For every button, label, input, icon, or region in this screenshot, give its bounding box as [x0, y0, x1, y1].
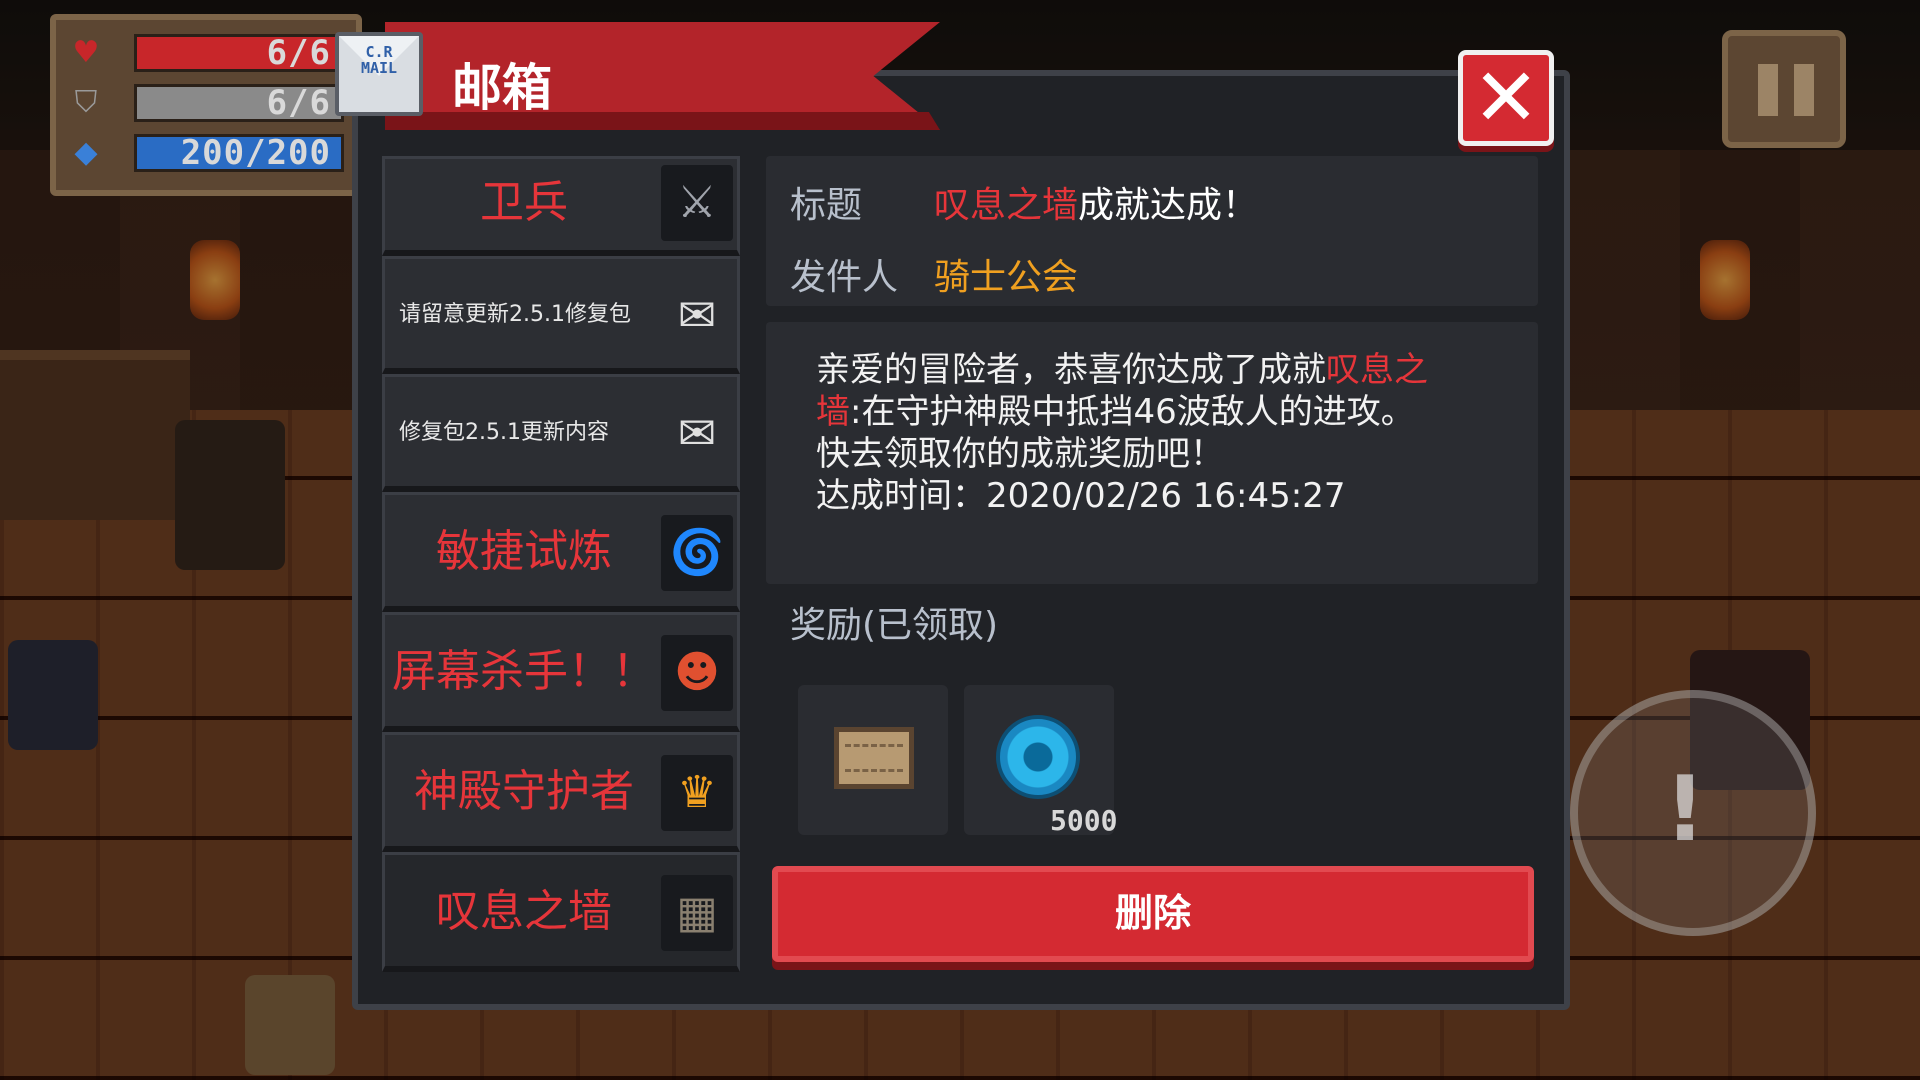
- reward-slot-scroll: [798, 685, 948, 835]
- mail-item-agility-trial[interactable]: 敏捷试炼 🌀: [382, 492, 740, 612]
- armor-row: ⛉ 6/6: [68, 84, 344, 122]
- heart-icon: ♥: [72, 35, 100, 70]
- mail-item-patch-notes[interactable]: 修复包2.5.1更新内容 ✉: [382, 374, 740, 492]
- envelope-icon: ✉: [677, 406, 717, 460]
- mail-item-label: 敏捷试炼: [436, 526, 612, 577]
- blue-gem-icon: [996, 715, 1080, 799]
- armor-bar: 6/6: [134, 84, 344, 122]
- reward-gem-count: 5000: [1050, 804, 1118, 837]
- delete-button[interactable]: 删除: [772, 866, 1534, 962]
- mail-header: 标题 叹息之墙成就达成！ 发件人 骑士公会: [766, 156, 1538, 306]
- character-icon: ☻: [661, 635, 733, 711]
- energy-value: 200/200: [180, 133, 331, 173]
- player-status-hud: ♥ 6/6 ⛉ 6/6 ◆ 200/200: [50, 14, 362, 196]
- close-x-icon: ✕: [1472, 51, 1540, 144]
- tornado-icon: 🌀: [661, 515, 733, 591]
- mail-body: 亲爱的冒险者，恭喜你达成了成就叹息之 墙:在守护神殿中抵挡46波敌人的进攻。 快…: [766, 322, 1538, 584]
- pause-icon-bar-left: [1758, 64, 1778, 116]
- mail-item-label: 神殿守护者: [414, 766, 634, 817]
- mail-list: 卫兵 ⚔ 请留意更新2.5.1修复包 ✉ 修复包2.5.1更新内容 ✉ 敏捷试炼…: [382, 156, 744, 972]
- hp-row: ♥ 6/6: [68, 34, 344, 72]
- scroll-icon: [834, 727, 914, 789]
- close-button[interactable]: ✕: [1458, 50, 1554, 146]
- mail-item-guard[interactable]: 卫兵 ⚔: [382, 156, 740, 256]
- mail-title: 叹息之墙成就达成！: [934, 176, 1258, 228]
- mail-item-temple-guardian[interactable]: 神殿守护者 ♛: [382, 732, 740, 852]
- mail-item-label: 屏幕杀手！！: [392, 646, 656, 697]
- mail-title-rest: 成就达成！: [1078, 185, 1259, 226]
- energy-bar: 200/200: [134, 134, 344, 172]
- mail-item-label: 卫兵: [480, 177, 568, 228]
- knight-helmet-icon: ⚔: [661, 165, 733, 241]
- pause-button[interactable]: [1722, 30, 1846, 148]
- reward-title: 奖励(已领取): [790, 605, 999, 646]
- sender-name: 骑士公会: [934, 257, 1079, 298]
- shield-icon: ⛉: [74, 85, 98, 120]
- mail-icon-text: C.R MAIL: [360, 43, 398, 77]
- energy-row: ◆ 200/200: [68, 134, 344, 172]
- pause-icon-bar-right: [1794, 64, 1814, 116]
- mail-item-label: 叹息之墙: [436, 886, 612, 937]
- wall-icon: ▦: [661, 875, 733, 951]
- delete-button-label: 删除: [1114, 891, 1191, 935]
- temple-guardian-icon: ♛: [661, 755, 733, 831]
- title-label: 标题: [790, 185, 863, 226]
- hp-bar: 6/6: [134, 34, 344, 72]
- mail-item-update-notice[interactable]: 请留意更新2.5.1修复包 ✉: [382, 256, 740, 374]
- mail-item-label: 修复包2.5.1更新内容: [399, 420, 609, 445]
- energy-diamond-icon: ◆: [74, 135, 98, 170]
- exclamation-icon: !: [1664, 757, 1706, 862]
- mail-title-highlight: 叹息之墙: [934, 185, 1079, 226]
- mail-item-wall-of-sighs[interactable]: 叹息之墙 ▦: [382, 852, 740, 972]
- envelope-icon: ✉: [677, 288, 717, 342]
- mailbox-title: 邮箱: [452, 59, 552, 117]
- mail-icon: C.R MAIL: [335, 32, 423, 116]
- mail-item-screen-killer[interactable]: 屏幕杀手！！ ☻: [382, 612, 740, 732]
- mail-item-label: 请留意更新2.5.1修复包: [399, 302, 631, 327]
- armor-value: 6/6: [266, 83, 331, 123]
- sender-label: 发件人: [790, 257, 899, 298]
- body-line-4: 达成时间：2020/02/26 16:45:27: [816, 476, 1346, 516]
- hp-value: 6/6: [266, 33, 331, 73]
